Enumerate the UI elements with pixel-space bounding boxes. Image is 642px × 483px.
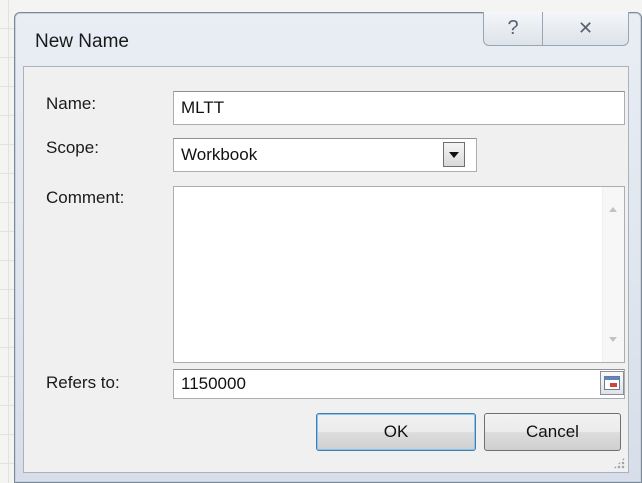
dialog-title: New Name: [35, 31, 129, 52]
help-button[interactable]: ?: [483, 12, 543, 46]
comment-field[interactable]: [173, 186, 625, 363]
scroll-down-arrow-icon[interactable]: [609, 337, 617, 342]
range-select-icon: [604, 376, 620, 390]
refers-to-label: Refers to:: [46, 373, 120, 392]
close-button[interactable]: ✕: [542, 12, 629, 46]
scope-select[interactable]: Workbook: [173, 138, 477, 172]
new-name-dialog: New Name ? ✕ Name: MLTT Scope: Workbook …: [14, 12, 642, 483]
scope-dropdown-button[interactable]: [443, 142, 465, 167]
resize-grip-icon[interactable]: [613, 457, 625, 469]
range-select-button[interactable]: [600, 371, 624, 395]
help-question-icon: ?: [507, 17, 519, 39]
scope-label: Scope:: [46, 138, 99, 157]
comment-scrollbar[interactable]: [602, 187, 624, 362]
name-field[interactable]: MLTT: [173, 91, 625, 125]
grid-column-line: [8, 0, 9, 483]
chevron-down-icon: [449, 151, 459, 158]
dialog-client-area: Name: MLTT Scope: Workbook Comment: Refe…: [23, 66, 629, 473]
cancel-button[interactable]: Cancel: [484, 413, 621, 451]
comment-label: Comment:: [46, 188, 125, 207]
name-label: Name:: [46, 94, 97, 113]
refers-to-field[interactable]: 1150000: [173, 369, 625, 399]
ok-button[interactable]: OK: [316, 413, 476, 451]
close-icon: ✕: [577, 18, 594, 38]
scroll-up-arrow-icon[interactable]: [609, 207, 617, 212]
